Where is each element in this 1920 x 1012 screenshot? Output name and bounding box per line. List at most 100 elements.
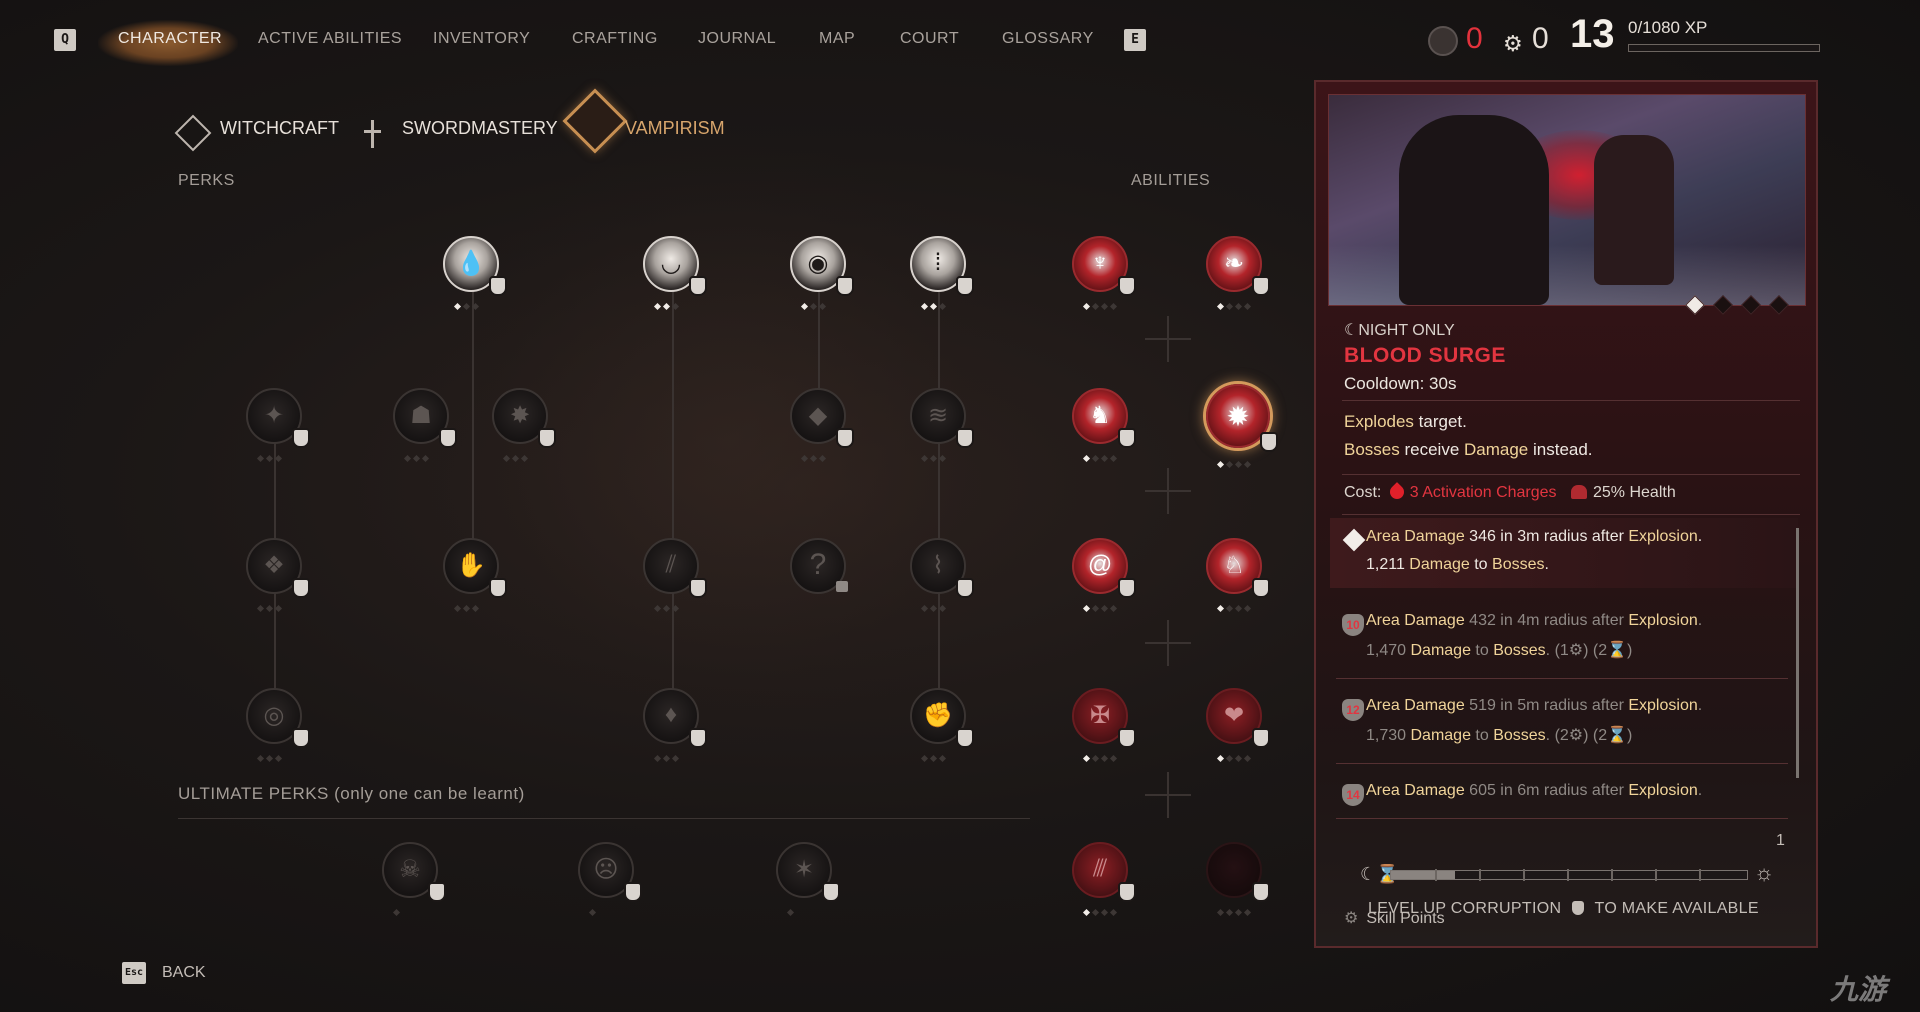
perk-node-locked[interactable]: ? <box>790 538 848 594</box>
tab-journal[interactable]: JOURNAL <box>698 30 776 48</box>
perk-node-dark-blood-drop[interactable]: ♦ <box>643 688 707 763</box>
perk-node-dark-mask[interactable]: ☗ <box>393 388 457 463</box>
tab-glossary[interactable]: GLOSSARY <box>1002 30 1094 48</box>
watermark-logo: 九游 <box>1830 974 1887 1005</box>
xp-readout: 0/1080 XP <box>1628 18 1708 37</box>
panel-divider <box>1336 763 1788 764</box>
xp-bar <box>1628 44 1820 52</box>
subtab-witchcraft[interactable]: WITCHCRAFT <box>220 118 339 139</box>
perk-node-eye[interactable]: ◉ <box>790 236 854 311</box>
currency-gear-count: 0 <box>1532 22 1549 55</box>
ability-blood-surge[interactable]: ✹ <box>1206 384 1278 469</box>
ability-blood-heart[interactable]: ❤ <box>1206 688 1270 763</box>
fang-tier-icon: 12 <box>1342 699 1364 721</box>
skill-points-value: 1 <box>1776 832 1785 849</box>
tab-inventory[interactable]: INVENTORY <box>433 30 530 48</box>
preview-page-3[interactable] <box>1741 295 1761 315</box>
prev-tab-key[interactable]: Q <box>54 29 76 51</box>
perk-link <box>672 290 674 710</box>
perk-node-dark-claws[interactable]: ≋ <box>910 388 974 463</box>
ability-cost: Cost: 3 Activation Charges 25% Health <box>1344 482 1676 502</box>
ability-blood-beast[interactable]: ♘ <box>1206 538 1270 613</box>
tier-list-scrollbar[interactable] <box>1796 528 1799 778</box>
abilities-heading: ABILITIES <box>1131 172 1211 189</box>
perk-node-blood-rain[interactable]: ⁞ <box>910 236 974 311</box>
tab-character[interactable]: CHARACTER <box>118 30 222 48</box>
ultimate-divider <box>178 818 1030 819</box>
ability-connector <box>1145 316 1191 362</box>
ability-desc-line2: Bosses receive Damage instead. <box>1344 440 1593 459</box>
current-tier-diamond-icon <box>1342 528 1366 552</box>
back-button[interactable]: BACK <box>162 964 206 982</box>
ability-connector <box>1145 620 1191 666</box>
perk-node-dark-eye[interactable]: ◎ <box>246 688 310 763</box>
tab-active-abilities[interactable]: ACTIVE ABILITIES <box>258 30 402 48</box>
ability-preview-image <box>1328 94 1806 306</box>
preview-pagination[interactable] <box>1685 295 1800 317</box>
ultimate-perk-skull-blood[interactable]: ☹ <box>578 842 642 917</box>
ability-connector <box>1145 468 1191 514</box>
sun-icon: ☼ <box>1754 860 1775 885</box>
perks-heading: PERKS <box>178 172 235 189</box>
perk-node-fangs[interactable]: ◡ <box>643 236 707 311</box>
ability-blood-wing[interactable]: ❧ <box>1206 236 1270 311</box>
ability-blood-rune[interactable]: ✠ <box>1072 688 1136 763</box>
ability-blood-vortex[interactable]: @ <box>1072 538 1136 613</box>
top-navigation: Q CHARACTER ACTIVE ABILITIES INVENTORY C… <box>0 0 1920 80</box>
ability-detail-panel: ☾NIGHT ONLY BLOOD SURGE Cooldown: 30s Ex… <box>1314 80 1818 948</box>
ability-title: BLOOD SURGE <box>1344 344 1506 367</box>
fang-tier-icon: 10 <box>1342 614 1364 636</box>
esc-key[interactable]: Esc <box>122 962 146 984</box>
perk-node-dark-burst[interactable]: ✸ <box>492 388 556 463</box>
ability-blood-slash[interactable]: ⫻ <box>1072 842 1136 917</box>
tab-court[interactable]: COURT <box>900 30 959 48</box>
lock-icon <box>836 581 848 592</box>
next-tab-key[interactable]: E <box>1124 29 1146 51</box>
perk-node-dark-wing[interactable]: ⌇ <box>910 538 974 613</box>
perk-node-dark-flame[interactable]: ✦ <box>246 388 310 463</box>
preview-page-1[interactable] <box>1685 295 1705 315</box>
fang-icon <box>1572 901 1585 915</box>
preview-page-4[interactable] <box>1769 295 1789 315</box>
perk-node-dark-grip[interactable]: ✊ <box>910 688 974 763</box>
tab-crafting[interactable]: CRAFTING <box>572 30 658 48</box>
panel-divider <box>1336 678 1788 679</box>
ultimate-perk-skull[interactable]: ☠ <box>382 842 446 917</box>
player-level: 13 <box>1570 12 1615 56</box>
ability-connector <box>1145 772 1191 818</box>
perk-node-dark-hand[interactable]: ✋ <box>443 538 507 613</box>
gear-icon: ⚙ <box>1503 31 1523 56</box>
ability-desc-line1: Explodes target. <box>1344 412 1467 431</box>
perk-node-blood-drop[interactable]: 💧 <box>443 236 507 311</box>
perk-node-dark-drop[interactable]: ❖ <box>246 538 310 613</box>
level-up-hint: LEVEL UP CORRUPTION TO MAKE AVAILABLE <box>1368 900 1759 917</box>
currency-red-count: 0 <box>1466 22 1483 55</box>
panel-divider <box>1342 474 1800 475</box>
blood-charge-icon <box>1386 482 1407 502</box>
perk-node-dark-slash[interactable]: ⫽ <box>643 538 707 613</box>
sword-icon[interactable] <box>363 120 381 148</box>
vampirism-fang-icon[interactable] <box>562 88 628 154</box>
fang-tier-icon: 14 <box>1342 784 1364 806</box>
ability-blood-wolf[interactable]: ♞ <box>1072 388 1136 463</box>
ability-locked-dark[interactable] <box>1206 842 1270 917</box>
panel-divider <box>1342 514 1800 515</box>
tier-level-10: 10 Area Damage 432 in 4m radius after Ex… <box>1330 602 1798 672</box>
tier-level-12: 12 Area Damage 519 in 5m radius after Ex… <box>1330 687 1798 757</box>
broken-heart-icon <box>1571 485 1587 499</box>
ultimate-perk-rune[interactable]: ✶ <box>776 842 840 917</box>
preview-page-2[interactable] <box>1713 295 1733 315</box>
tab-map[interactable]: MAP <box>819 30 855 48</box>
corruption-progress-bar <box>1390 869 1748 881</box>
perk-link <box>472 290 474 580</box>
perk-link <box>938 290 940 710</box>
ultimate-perks-heading: ULTIMATE PERKS (only one can be learnt) <box>178 784 525 803</box>
night-only-tag: ☾NIGHT ONLY <box>1344 322 1455 339</box>
question-mark-icon: ? <box>809 548 827 581</box>
subtab-swordmastery[interactable]: SWORDMASTERY <box>402 118 558 139</box>
ability-cooldown: Cooldown: 30s <box>1344 374 1457 393</box>
ability-blood-claw[interactable]: ♆ <box>1072 236 1136 311</box>
panel-divider <box>1336 818 1788 819</box>
subtab-vampirism[interactable]: VAMPIRISM <box>625 118 725 139</box>
perk-node-dark-beast[interactable]: ◆ <box>790 388 854 463</box>
